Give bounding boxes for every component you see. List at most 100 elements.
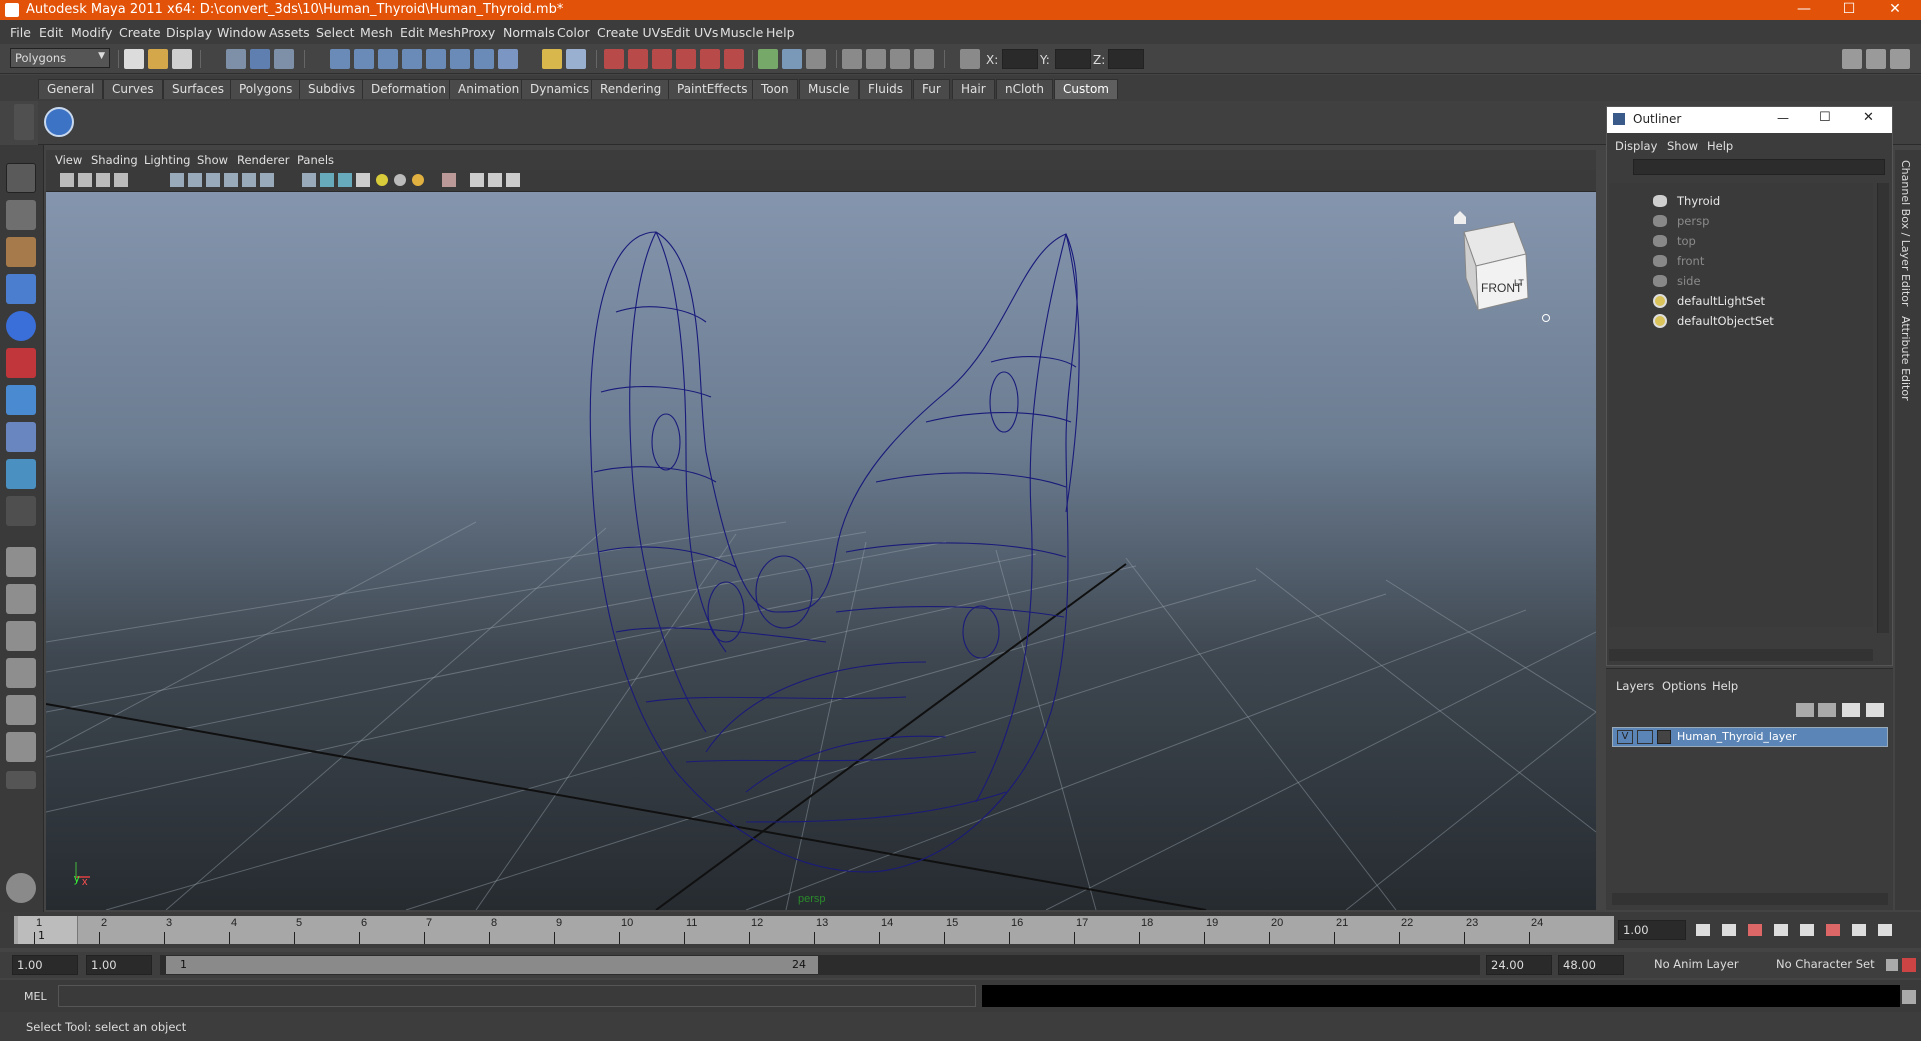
bookmark-icon[interactable] — [96, 173, 110, 187]
field-chart-icon[interactable] — [242, 173, 256, 187]
safe-action-icon[interactable] — [260, 173, 274, 187]
toggle-field-icon[interactable] — [782, 49, 802, 69]
gate-mask-icon[interactable] — [224, 173, 238, 187]
grid-toggle-icon[interactable] — [170, 173, 184, 187]
menu-normals[interactable]: Normals — [503, 25, 555, 40]
menu-display[interactable]: Display — [166, 25, 212, 40]
shelf-tab-fur[interactable]: Fur — [913, 79, 950, 99]
perspective-viewport[interactable]: FRONT LT y x persp — [46, 192, 1596, 910]
go-to-end-icon[interactable] — [1878, 924, 1892, 936]
menu-create-uvs[interactable]: Create UVs — [597, 25, 667, 40]
snap-curve-icon[interactable] — [354, 49, 374, 69]
smooth-shade-icon[interactable] — [320, 173, 334, 187]
snap-view-icon[interactable] — [450, 49, 470, 69]
graph-editor-icon[interactable] — [890, 49, 910, 69]
menu-color[interactable]: Color — [557, 25, 590, 40]
image-plane-icon[interactable] — [114, 173, 128, 187]
outliner-layout-icon[interactable] — [6, 621, 36, 651]
layer-template-toggle[interactable] — [1637, 730, 1653, 744]
outliner-close-button[interactable]: ✕ — [1863, 110, 1874, 125]
viewport-menu-view[interactable]: View — [55, 153, 82, 167]
show-manipulator-icon[interactable] — [6, 459, 36, 489]
script-editor-icon[interactable] — [1902, 990, 1916, 1004]
single-view-layout-icon[interactable] — [6, 547, 36, 577]
go-to-start-icon[interactable] — [1696, 924, 1710, 936]
lock-icon[interactable] — [542, 49, 562, 69]
persp-graph-layout-icon[interactable] — [6, 658, 36, 688]
rotate-tool-icon[interactable] — [6, 311, 36, 341]
shelf-tab-rendering[interactable]: Rendering — [591, 79, 671, 99]
shelf-tab-ncloth[interactable]: nCloth — [996, 79, 1053, 99]
menu-assets[interactable]: Assets — [269, 25, 310, 40]
view-cube[interactable]: FRONT LT — [1463, 221, 1550, 322]
layer-row[interactable]: V Human_Thyroid_layer — [1612, 727, 1888, 747]
home-icon[interactable] — [1454, 211, 1466, 224]
render-frame-icon[interactable] — [676, 49, 696, 69]
attribute-editor-toggle-icon[interactable] — [1842, 49, 1862, 69]
shelf-tab-surfaces[interactable]: Surfaces — [163, 79, 233, 99]
camera-attributes-icon[interactable] — [78, 173, 92, 187]
layers-horizontal-scrollbar[interactable] — [1612, 893, 1888, 905]
snap-live-icon[interactable] — [426, 49, 446, 69]
current-time-field[interactable]: 1.00 — [1618, 920, 1686, 940]
snap-misc-icon[interactable] — [474, 49, 494, 69]
outliner-filter-input[interactable] — [1633, 159, 1885, 175]
outliner-menu-show[interactable]: Show — [1667, 139, 1698, 153]
viewport-menu-lighting[interactable]: Lighting — [144, 153, 190, 167]
magnet-icon[interactable] — [652, 49, 672, 69]
shadows-icon[interactable] — [394, 174, 406, 186]
shelf-tab-painteffects[interactable]: PaintEffects — [668, 79, 757, 99]
layers-menu-help[interactable]: Help — [1712, 679, 1738, 693]
channel-box-toggle-icon[interactable] — [1890, 49, 1910, 69]
playback-start-field[interactable]: 1.00 — [86, 955, 152, 975]
camera-select-icon[interactable] — [60, 173, 74, 187]
shelf-menu-icon[interactable] — [14, 104, 34, 140]
channel-box-tab[interactable]: Channel Box / Layer Editor — [1899, 160, 1912, 307]
panel-layout-icon[interactable] — [806, 49, 826, 69]
character-set-selector[interactable]: No Character Set — [1772, 955, 1882, 975]
anim-layer-selector[interactable]: No Anim Layer — [1650, 955, 1760, 975]
snap-grid-icon[interactable] — [330, 49, 350, 69]
snapshot-icon[interactable] — [6, 873, 36, 903]
playback-end-field[interactable]: 24.00 — [1486, 955, 1552, 975]
menu-file[interactable]: File — [10, 25, 31, 40]
menu-select[interactable]: Select — [316, 25, 355, 40]
range-slider-handle[interactable]: 1 24 — [166, 956, 818, 974]
viewport-menu-show[interactable]: Show — [197, 153, 228, 167]
shelf-tab-polygons[interactable]: Polygons — [230, 79, 302, 99]
menu-modify[interactable]: Modify — [71, 25, 112, 40]
outliner-menu-display[interactable]: Display — [1615, 139, 1657, 153]
textured-icon[interactable] — [356, 173, 370, 187]
xray-joints-icon[interactable] — [488, 173, 502, 187]
shelf-tab-custom[interactable]: Custom — [1054, 79, 1118, 99]
outliner-menu-help[interactable]: Help — [1707, 139, 1733, 153]
command-input[interactable] — [58, 985, 976, 1007]
layer-visibility-toggle[interactable]: V — [1617, 730, 1633, 744]
play-forwards-icon[interactable] — [1800, 924, 1814, 936]
viewport-menu-panels[interactable]: Panels — [297, 153, 334, 167]
open-scene-icon[interactable] — [148, 49, 168, 69]
history-icon[interactable] — [604, 49, 624, 69]
new-layer-icon[interactable] — [1842, 703, 1860, 717]
viewport-menu-renderer[interactable]: Renderer — [237, 153, 290, 167]
layers-menu-layers[interactable]: Layers — [1616, 679, 1654, 693]
outliner-item[interactable]: defaultLightSet — [1653, 293, 1853, 311]
layout-options-icon[interactable] — [6, 771, 36, 789]
help-icon[interactable] — [498, 49, 518, 69]
layer-move-up-icon[interactable] — [1796, 703, 1814, 717]
last-tool-icon[interactable] — [6, 496, 36, 526]
auto-key-icon[interactable] — [1886, 959, 1898, 971]
menu-mesh[interactable]: Mesh — [360, 25, 393, 40]
isolate-select-icon[interactable] — [442, 173, 456, 187]
tool-settings-toggle-icon[interactable] — [1866, 49, 1886, 69]
shelf-tab-curves[interactable]: Curves — [103, 79, 163, 99]
four-view-layout-icon[interactable] — [6, 584, 36, 614]
step-forward-key-icon[interactable] — [1852, 924, 1866, 936]
render-settings-icon[interactable] — [724, 49, 744, 69]
snap-point-icon[interactable] — [378, 49, 398, 69]
select-box-icon[interactable] — [566, 49, 586, 69]
hypershade-icon[interactable] — [866, 49, 886, 69]
outliner-toggle-icon[interactable] — [914, 49, 934, 69]
end-time-field[interactable]: 48.00 — [1558, 955, 1624, 975]
input-output-icon[interactable] — [758, 49, 778, 69]
